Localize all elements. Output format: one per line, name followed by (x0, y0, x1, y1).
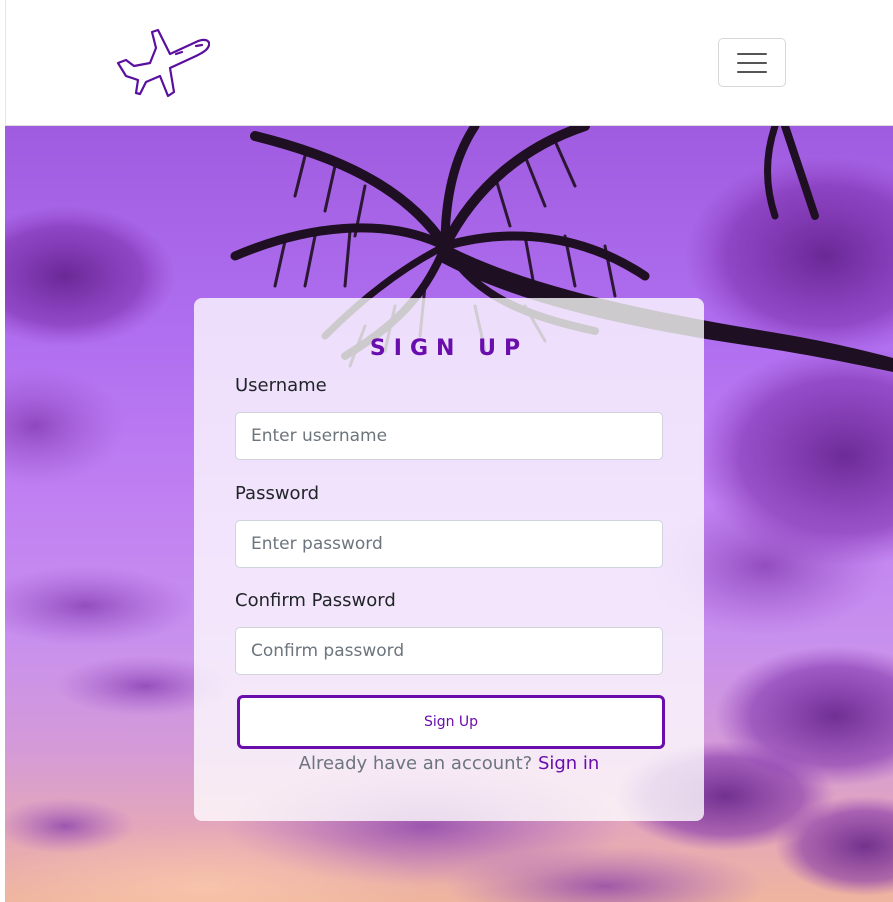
signin-prompt-line: Already have an account? Sign in (194, 752, 704, 776)
navbar (5, 0, 893, 126)
sign-in-link[interactable]: Sign in (538, 753, 599, 774)
page-title: SIGN UP (369, 336, 529, 361)
signup-card: SIGN UP Username Password Confirm Passwo… (194, 298, 704, 821)
signin-prompt-text: Already have an account? (298, 753, 533, 774)
page: SIGN UP Username Password Confirm Passwo… (0, 0, 893, 902)
airplane-icon[interactable] (110, 26, 210, 100)
password-label: Password (235, 483, 320, 504)
confirm-password-field[interactable] (235, 627, 663, 675)
left-edge (0, 0, 5, 902)
hamburger-menu-icon-line (737, 61, 767, 64)
confirm-password-label: Confirm Password (235, 590, 396, 611)
sign-up-button[interactable]: Sign Up (237, 695, 665, 749)
password-field[interactable] (235, 520, 663, 568)
username-label: Username (235, 375, 327, 396)
hamburger-menu-icon-line (737, 70, 767, 73)
navbar-toggle-button[interactable] (718, 38, 786, 87)
hamburger-menu-icon (737, 52, 767, 55)
username-field[interactable] (235, 412, 663, 460)
